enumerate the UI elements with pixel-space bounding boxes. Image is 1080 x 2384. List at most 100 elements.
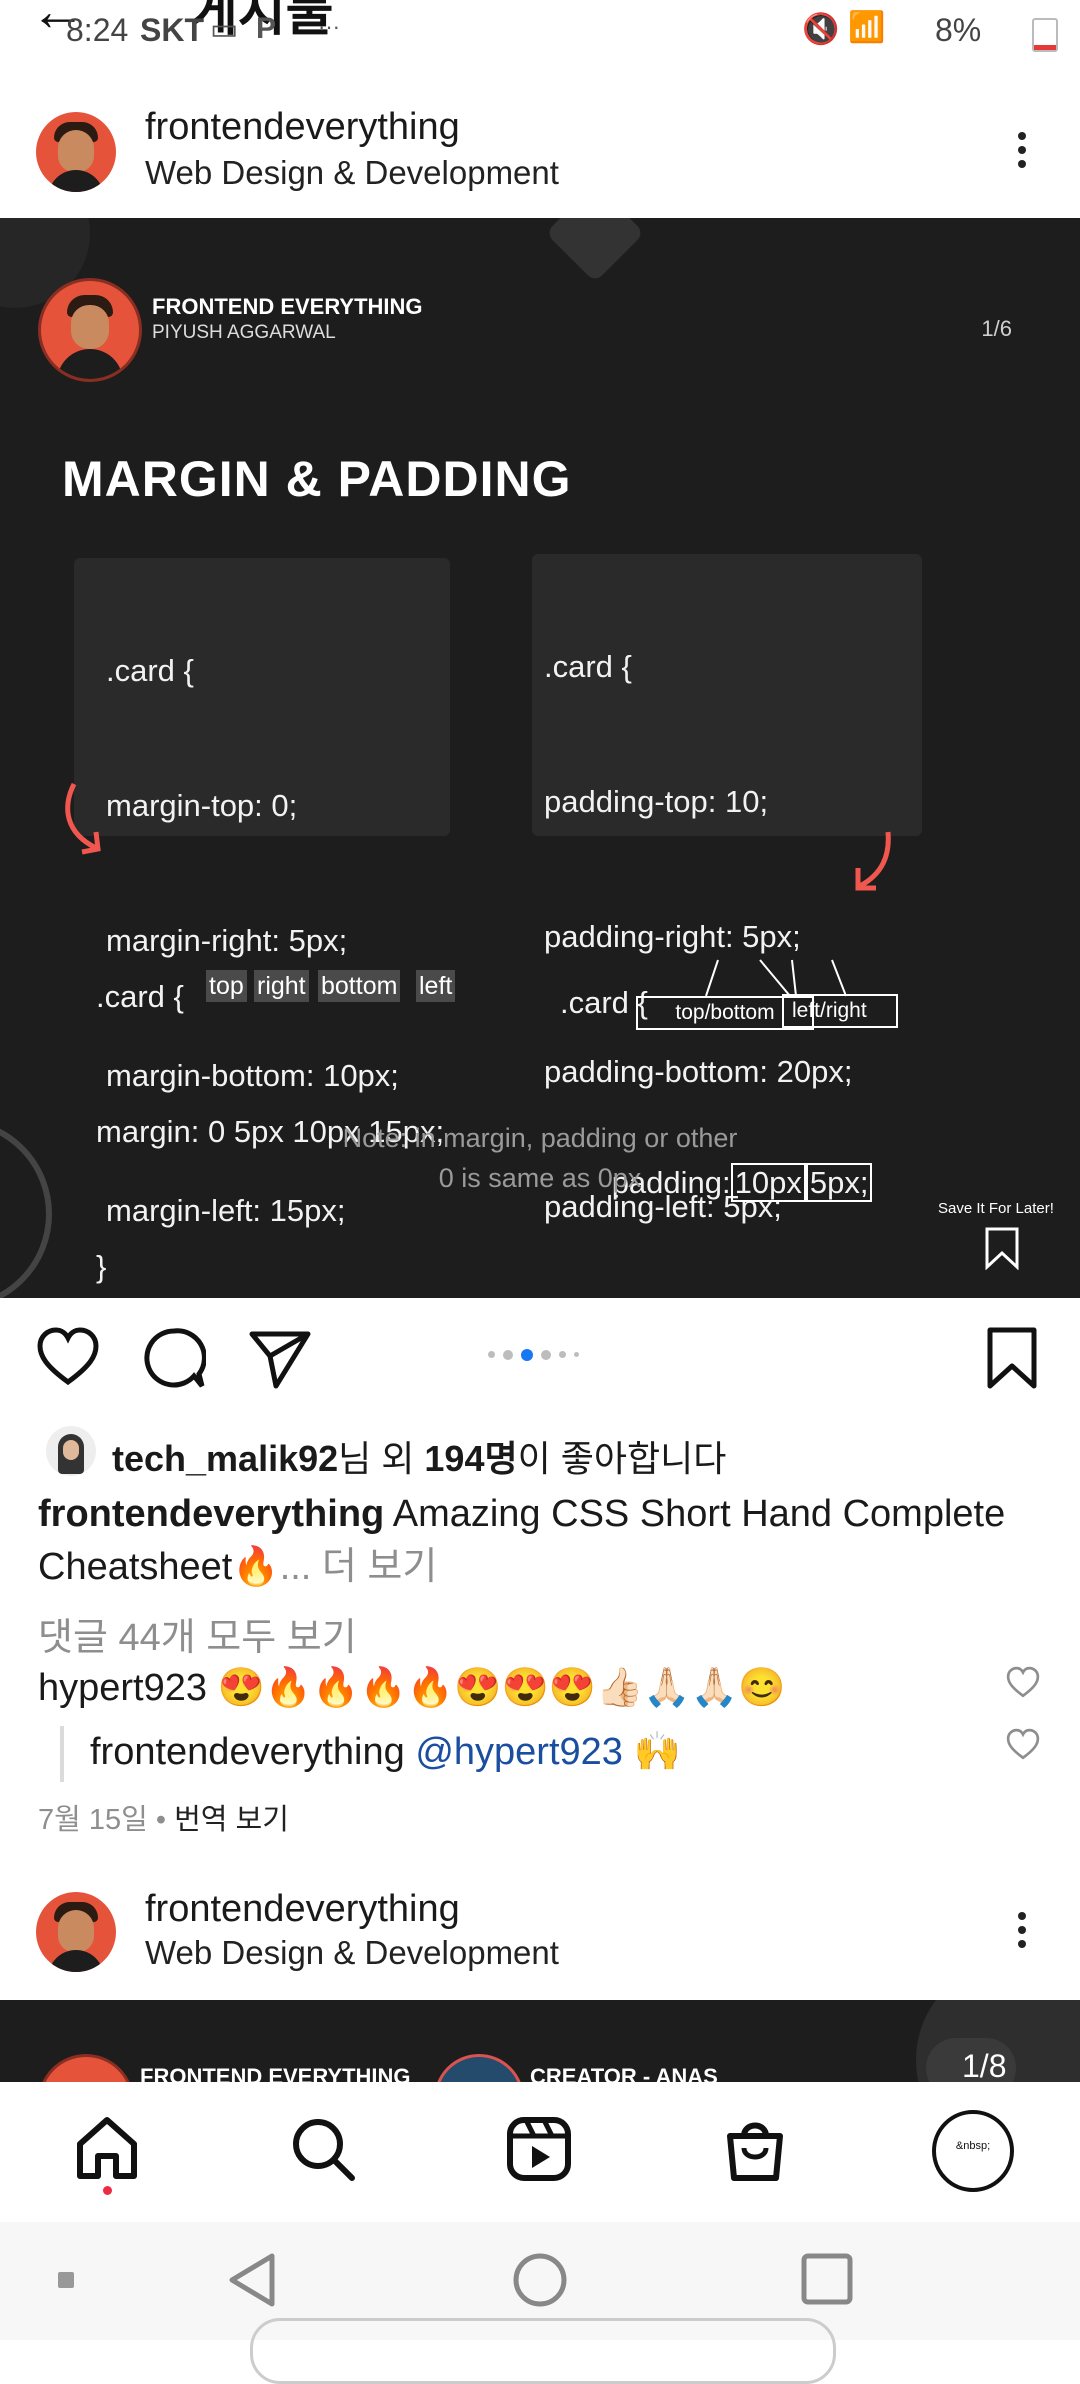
- post-caption: frontendeverything Amazing CSS Short Han…: [38, 1488, 1058, 1594]
- post-date-row: 7월 15일 • 번역 보기: [38, 1804, 289, 1836]
- search-icon[interactable]: [288, 2114, 358, 2184]
- app-notification-icon: P: [256, 12, 277, 45]
- code-line: .card {: [544, 649, 632, 684]
- next-more-options-icon[interactable]: [1002, 1906, 1042, 1966]
- margin-tag-bottom: bottom: [318, 970, 401, 1002]
- padding-code-box: .card { padding-top: 10; padding-right: …: [532, 554, 922, 1224]
- save-later-text: Save It For Later!: [938, 1200, 1054, 1217]
- wifi-icon: 📶: [848, 11, 886, 44]
- next-post-image[interactable]: FRONTEND EVERYTHING CREATOR - ANAS 1/8: [0, 2000, 1080, 2084]
- profile-avatar-button[interactable]: &nbsp;: [932, 2110, 1014, 2192]
- status-overflow: ···: [318, 14, 340, 39]
- padding-shorthand: .card { padding:10px5px; }: [560, 890, 873, 1298]
- code-line: .card {: [106, 653, 194, 688]
- next-card-creator: CREATOR - ANAS: [530, 2064, 718, 2084]
- post-carousel-image[interactable]: FRONTEND EVERYTHING PIYUSH AGGARWAL 1/6 …: [0, 218, 1080, 1298]
- reply-text: 🙌: [633, 1731, 681, 1773]
- comment-text: 😍🔥🔥🔥🔥😍😍😍👍🏻🙏🏻🙏🏻😊: [217, 1667, 786, 1709]
- translate-link[interactable]: 번역 보기: [174, 1804, 289, 1836]
- reply-like-heart-icon[interactable]: [1006, 1728, 1040, 1762]
- liker-avatar[interactable]: [46, 1426, 96, 1476]
- gesture-handle: [250, 2318, 836, 2384]
- home-notification-dot: [103, 2186, 112, 2195]
- padding-tag-leftright: left/right: [782, 994, 898, 1028]
- battery-text: 8%: [935, 12, 982, 48]
- note-line: Note: in margin, padding or other: [342, 1123, 738, 1153]
- more-options-icon[interactable]: [1002, 126, 1042, 186]
- comment-username[interactable]: hypert923: [38, 1667, 207, 1709]
- reply-mention[interactable]: @hypert923: [415, 1731, 623, 1773]
- card-title: MARGIN & PADDING: [62, 451, 572, 507]
- reply-thread-line: [60, 1726, 64, 1782]
- card-avatar: [38, 278, 142, 382]
- status-bar: 게시물 ← 8:24 SKT ▭ P ··· 🔇 📶 8%: [0, 0, 1080, 70]
- margin-tag-left: left: [416, 970, 456, 1002]
- code-line: }: [96, 1249, 107, 1284]
- recent-app-indicator-icon: [58, 2272, 74, 2288]
- likes-summary[interactable]: tech_malik92님 외 194명이 좋아합니다: [112, 1430, 726, 1482]
- likes-mid: 님 외: [338, 1438, 425, 1479]
- share-send-icon[interactable]: [248, 1326, 312, 1390]
- next-author-avatar[interactable]: [36, 1892, 116, 1972]
- down-arrow-icon: [65, 782, 101, 855]
- status-time: 8:24: [66, 12, 129, 48]
- next-author-username[interactable]: frontendeverything: [145, 1888, 460, 1931]
- code-line: margin-top: 0;: [106, 788, 298, 823]
- likes-count: 194명: [424, 1438, 518, 1479]
- home-icon[interactable]: [72, 2114, 142, 2184]
- bookmark-icon: [985, 1227, 1019, 1270]
- card-author: PIYUSH AGGARWAL: [152, 322, 336, 343]
- recents-square-icon[interactable]: [800, 2252, 854, 2306]
- decor-diamond: [545, 218, 645, 283]
- comment-item: hypert923 😍🔥🔥🔥🔥😍😍😍👍🏻🙏🏻🙏🏻😊: [38, 1666, 785, 1710]
- view-all-comments-link[interactable]: 댓글 44개 모두 보기: [38, 1606, 357, 1661]
- carousel-pager: [484, 1346, 583, 1364]
- next-card-page: 1/8: [962, 2048, 1007, 2084]
- bottom-navigation: &nbsp;: [0, 2082, 1080, 2222]
- pager-dot: [541, 1349, 551, 1360]
- card-page-indicator: 1/6: [981, 316, 1012, 341]
- note-line: 0 is same as 0px: [438, 1163, 642, 1193]
- next-card-avatar: [38, 2054, 134, 2084]
- margin-code-box: .card { margin-top: 0; margin-right: 5px…: [74, 558, 450, 1228]
- like-heart-icon[interactable]: [36, 1326, 100, 1390]
- comment-like-heart-icon[interactable]: [1006, 1666, 1040, 1700]
- back-triangle-icon[interactable]: [226, 2252, 278, 2308]
- home-circle-icon[interactable]: [512, 2252, 568, 2308]
- pager-dot-active: [521, 1348, 533, 1361]
- comment-icon[interactable]: [142, 1326, 206, 1390]
- next-card-brand: FRONTEND EVERYTHING: [140, 2064, 411, 2084]
- pager-dot: [559, 1351, 566, 1359]
- post-header: frontendeverything Web Design & Developm…: [0, 70, 1080, 220]
- down-arrow-icon: [855, 831, 891, 891]
- next-card-creator-avatar: [434, 2054, 524, 2084]
- margin-tag-top: top: [206, 970, 247, 1002]
- next-author-subtitle: Web Design & Development: [145, 1934, 559, 1971]
- system-navigation-bar: [0, 2222, 1080, 2384]
- save-bookmark-icon[interactable]: [980, 1326, 1044, 1390]
- pager-dot: [574, 1352, 579, 1358]
- card-brand: FRONTEND EVERYTHING: [152, 294, 423, 319]
- author-subtitle: Web Design & Development: [145, 154, 559, 191]
- code-line: padding-top: 10;: [544, 784, 769, 819]
- margin-tag-right: right: [254, 970, 309, 1002]
- caption-more-link[interactable]: ... 더 보기: [280, 1546, 438, 1588]
- post-date: 7월 15일: [38, 1804, 148, 1836]
- author-avatar[interactable]: [36, 112, 116, 192]
- shop-bag-icon[interactable]: [720, 2114, 790, 2184]
- reels-icon[interactable]: [504, 2114, 574, 2184]
- card-note: Note: in margin, padding or other 0 is s…: [0, 1118, 1080, 1198]
- caption-username[interactable]: frontendeverything: [38, 1493, 384, 1535]
- margin-shorthand: .card { margin: 0 5px 10px 15px; }: [96, 884, 444, 1298]
- pager-dot: [503, 1349, 513, 1360]
- mute-icon: 🔇: [802, 13, 840, 46]
- likes-suffix: 이 좋아합니다: [517, 1438, 727, 1479]
- message-icon: ▭: [210, 13, 239, 46]
- next-post-header: frontendeverything Web Design & Developm…: [0, 1858, 1080, 2000]
- author-username[interactable]: frontendeverything: [145, 106, 460, 149]
- padding-connector-lines: [705, 959, 847, 997]
- battery-icon: [1032, 18, 1058, 52]
- pager-dot: [488, 1351, 495, 1359]
- reply-username[interactable]: frontendeverything: [90, 1731, 405, 1773]
- liker-username[interactable]: tech_malik92: [112, 1438, 338, 1479]
